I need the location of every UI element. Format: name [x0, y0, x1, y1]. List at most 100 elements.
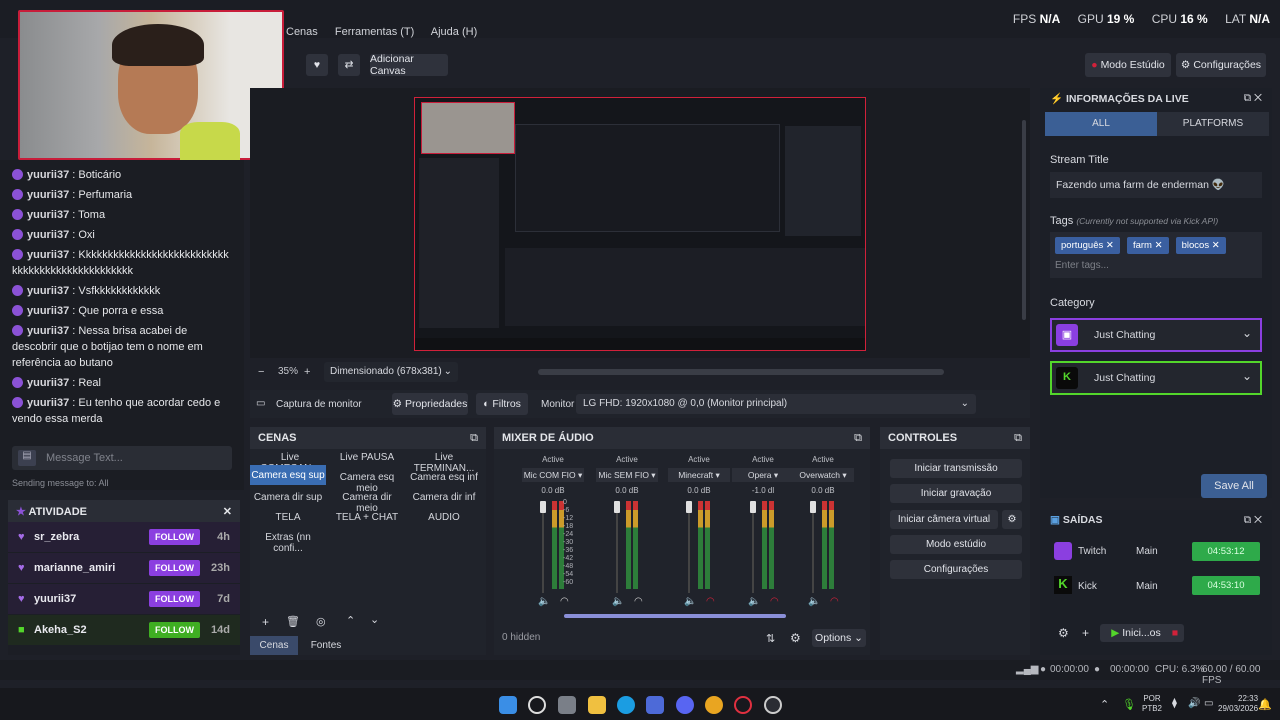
chat-input[interactable]: ▤ Message Text... [12, 446, 232, 470]
add-icon[interactable]: + [262, 615, 269, 629]
preview-canvas[interactable] [414, 97, 866, 351]
edge-icon[interactable] [617, 696, 635, 714]
headphones-icon[interactable]: ◠ [560, 596, 569, 607]
refresh-icon[interactable]: ⇄ [338, 54, 360, 76]
add-icon[interactable]: + [1082, 626, 1089, 640]
gear-icon[interactable]: ⚙ [1002, 510, 1022, 529]
twitch-category-select[interactable]: ▣ Just Chatting ⌄ [1050, 318, 1262, 352]
chat-user[interactable]: yuurii37 [27, 397, 69, 409]
tab-scenes[interactable]: Cenas [250, 636, 298, 655]
menu-cenas[interactable]: Cenas [286, 26, 318, 38]
sliders-icon[interactable]: ⇅ [766, 632, 775, 645]
channel-select[interactable]: Minecraft ▾ [668, 468, 730, 482]
close-icon[interactable]: ✕ [223, 505, 232, 518]
volume-fader[interactable] [750, 501, 756, 513]
chat-user[interactable]: yuurii37 [27, 229, 69, 241]
settings-control[interactable]: Configurações [890, 560, 1022, 579]
output-timer[interactable]: 04:53:12 [1192, 542, 1260, 561]
start-recording-button[interactable]: Iniciar gravação [890, 484, 1022, 503]
activity-row[interactable]: ♥ yuurii37 FOLLOW 7d [8, 584, 240, 614]
discord-icon[interactable] [676, 696, 694, 714]
start-virtual-camera-button[interactable]: Iniciar câmera virtual [890, 510, 998, 529]
volume-icon[interactable]: 🔊 [1188, 698, 1200, 709]
chat-user[interactable]: yuurii37 [27, 305, 69, 317]
gear-icon[interactable]: ⚙ [1058, 626, 1069, 640]
language-indicator[interactable]: POR PTB2 [1142, 694, 1162, 714]
arrow-down-icon[interactable]: ⌄ [370, 613, 379, 626]
popout-icon[interactable]: ⧉ [1014, 432, 1022, 445]
headphones-icon[interactable]: ◠ [634, 596, 643, 607]
speaker-icon[interactable]: 🔈 [538, 596, 550, 607]
fader-track[interactable] [812, 513, 814, 593]
preview-scrollbar[interactable] [1022, 120, 1026, 320]
zoom-plus[interactable]: + [304, 366, 310, 378]
tab-sources[interactable]: Fontes [302, 640, 350, 651]
activity-row[interactable]: ♥ marianne_amiri FOLLOW 23h [8, 553, 240, 583]
close-icon[interactable]: ⧉ ✕ [1244, 514, 1262, 527]
scene-item[interactable]: Live TERMINAN... [408, 452, 480, 474]
close-icon[interactable]: ⧉ ✕ [1244, 92, 1262, 105]
chat-user[interactable]: yuurii37 [27, 209, 69, 221]
save-all-button[interactable]: Save All [1201, 474, 1267, 498]
headphones-icon[interactable]: ◠ [830, 596, 839, 607]
kick-category-select[interactable]: K Just Chatting ⌄ [1050, 361, 1262, 395]
chat-user[interactable]: yuurii37 [27, 325, 69, 337]
tab-platforms[interactable]: PLATFORMS [1157, 112, 1269, 136]
clock[interactable]: 22:33 29/03/2026 [1218, 694, 1258, 714]
filters-button[interactable]: ◐ Filtros [476, 393, 528, 415]
scaling-select[interactable]: Dimensionado (678x381) ⌄ [324, 362, 458, 382]
gear-icon[interactable]: ⚙ [790, 631, 801, 645]
zoom-minus[interactable]: − [258, 366, 264, 378]
scene-item[interactable]: AUDIO [408, 512, 480, 523]
scene-item[interactable]: TELA + CHAT [331, 512, 403, 523]
chat-user[interactable]: yuurii37 [27, 249, 69, 261]
scene-item[interactable]: Extras (nn confi... [252, 532, 324, 554]
channel-select[interactable]: Overwatch ▾ [792, 468, 854, 482]
horizontal-scrollbar[interactable] [538, 369, 944, 375]
tags-input[interactable]: português ✕ farm ✕ blocos ✕ Enter tags..… [1050, 232, 1262, 278]
start-stream-button[interactable]: Iniciar transmissão [890, 459, 1022, 478]
speaker-icon[interactable]: 🔈 [684, 596, 696, 607]
heart-icon[interactable]: ♥ [306, 54, 328, 76]
battery-icon[interactable]: ▭ [1204, 698, 1213, 709]
search-icon[interactable] [528, 696, 546, 714]
popout-icon[interactable]: ⧉ [854, 432, 862, 445]
fader-track[interactable] [752, 513, 754, 593]
trash-icon[interactable]: 🗑 [286, 615, 300, 628]
volume-fader[interactable] [686, 501, 692, 513]
scene-item-active[interactable]: Camera esq sup [250, 465, 326, 485]
fader-track[interactable] [542, 513, 544, 593]
volume-fader[interactable] [614, 501, 620, 513]
start-outputs-button[interactable]: ▶ Inici...os [1100, 624, 1172, 642]
scene-item[interactable]: Camera dir inf [408, 492, 480, 503]
file-explorer-icon[interactable] [588, 696, 606, 714]
chat-user[interactable]: yuurii37 [27, 169, 69, 181]
tag-chip[interactable]: blocos ✕ [1175, 237, 1226, 254]
menu-ferramentas[interactable]: Ferramentas (T) [335, 26, 414, 38]
scene-item[interactable]: Camera esq inf [408, 472, 480, 483]
menu-ajuda[interactable]: Ajuda (H) [431, 26, 477, 38]
studio-mode-button[interactable]: ● Modo Estúdio [1085, 53, 1171, 77]
properties-button[interactable]: ⚙ Propriedades [392, 393, 468, 415]
mixer-options-button[interactable]: Options ⌄ [812, 629, 866, 647]
opera-icon[interactable] [734, 696, 752, 714]
chrome-icon[interactable] [705, 696, 723, 714]
scene-item[interactable]: TELA [252, 512, 324, 523]
chat-user[interactable]: yuurii37 [27, 285, 69, 297]
studio-mode-control[interactable]: Modo estúdio [890, 535, 1022, 554]
add-canvas-button[interactable]: Adicionar Canvas [370, 53, 448, 77]
task-view-icon[interactable] [558, 696, 576, 714]
notification-icon[interactable]: 🔔 [1258, 698, 1272, 711]
speaker-icon[interactable]: 🔈 [612, 596, 624, 607]
scene-item[interactable]: Camera dir meio [331, 492, 403, 514]
scene-item[interactable]: Camera esq meio [331, 472, 403, 494]
scene-item[interactable]: Camera dir sup [252, 492, 324, 503]
chevron-up-icon[interactable]: ⌃ [1100, 698, 1109, 711]
fader-track[interactable] [688, 513, 690, 593]
activity-row[interactable]: ♥ sr_zebra FOLLOW 4h [8, 522, 240, 552]
obs-icon[interactable] [764, 696, 782, 714]
channel-select[interactable]: Opera ▾ [732, 468, 794, 482]
tab-all[interactable]: ALL [1045, 112, 1157, 136]
stop-icon[interactable]: ■ [1166, 624, 1184, 642]
headphones-icon[interactable]: ◠ [706, 596, 715, 607]
